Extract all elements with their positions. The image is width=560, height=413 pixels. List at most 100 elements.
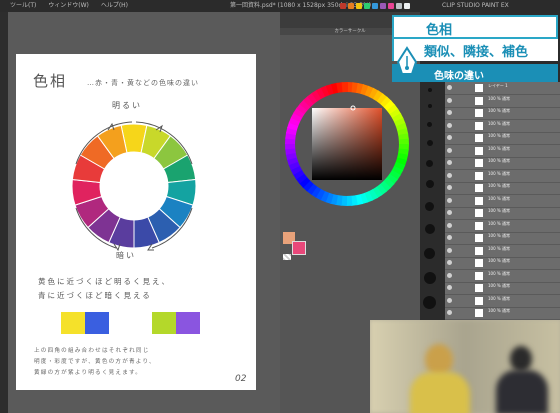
overlay-caption: 色味の違い: [434, 71, 484, 82]
sub-color-swatch[interactable]: [292, 241, 306, 255]
layer-name: 100 % 通常: [488, 183, 510, 188]
color-swatch[interactable]: [340, 3, 346, 9]
eye-icon[interactable]: [447, 110, 452, 115]
layer-name: 100 % 通常: [488, 95, 510, 101]
layer-name: 100 % 通常: [488, 120, 510, 126]
overlay-title: 色相: [426, 23, 453, 38]
layer-row[interactable]: 100 % 通常: [445, 107, 560, 120]
layer-row[interactable]: 100 % 通常: [445, 195, 560, 208]
canvas-area[interactable]: 色相 …赤・青・黄などの色味の違い 明るい 暗い 黄色に近づくほど明るく見え、 …: [8, 12, 280, 413]
layer-thumbnail: [475, 184, 483, 192]
layer-thumbnail: [475, 259, 483, 267]
color-swatch[interactable]: [348, 3, 354, 9]
eye-icon[interactable]: [447, 135, 452, 140]
page-subtitle: …赤・青・黄などの色味の違い: [87, 79, 199, 87]
eye-icon[interactable]: [447, 97, 452, 103]
label-bright: 明るい: [112, 101, 142, 110]
title-bar: ツール(T) ウィンドウ(W) ヘルプ(H) 第一回資料.psd* (1080 …: [0, 0, 560, 12]
layer-row[interactable]: 100 % 通常: [445, 95, 560, 108]
eye-icon[interactable]: [447, 85, 452, 90]
menu-tools[interactable]: ツール(T): [10, 2, 36, 9]
layer-thumbnail: [475, 234, 483, 242]
note-line-2: 明度・彩度ですが、黄色の方が青より、: [34, 359, 156, 365]
eye-icon[interactable]: [447, 185, 452, 190]
brush-size-palette: [422, 82, 442, 332]
layer-row[interactable]: 100 % 通常: [445, 207, 560, 220]
eye-icon[interactable]: [447, 210, 452, 215]
layer-thumbnail: [475, 309, 483, 317]
color-swatch[interactable]: [364, 3, 370, 9]
eye-icon[interactable]: [447, 160, 452, 165]
menu-help[interactable]: ヘルプ(H): [101, 2, 128, 9]
layer-row[interactable]: レイヤー 1: [445, 82, 560, 95]
layer-thumbnail: [475, 284, 483, 292]
layer-row[interactable]: 100 % 通常: [445, 157, 560, 170]
color-swatch[interactable]: [388, 3, 394, 9]
layer-row[interactable]: 100 % 通常: [445, 270, 560, 283]
yellow-green-square: [152, 312, 176, 334]
layer-row[interactable]: 100 % 通常: [445, 170, 560, 183]
transparent-swatch[interactable]: [283, 254, 291, 260]
color-swatches: [340, 3, 410, 10]
color-swatch[interactable]: [380, 3, 386, 9]
eye-icon[interactable]: [447, 260, 452, 265]
app-name: CLIP STUDIO PAINT EX: [442, 2, 509, 9]
overlay-title-box: 色相: [392, 15, 558, 39]
hue-wheel: [71, 121, 197, 252]
layer-row[interactable]: 100 % 通常: [445, 232, 560, 245]
purple-square: [176, 312, 200, 334]
eye-icon[interactable]: [447, 297, 452, 303]
note-line-3: 黄緑の方が紫より明るく見えます。: [34, 370, 143, 376]
layer-thumbnail: [475, 96, 483, 105]
label-dark: 暗い: [116, 251, 136, 260]
layer-thumbnail: [475, 146, 483, 155]
layer-row[interactable]: 100 % 通常: [445, 132, 560, 145]
layer-name: 100 % 通常: [488, 233, 510, 238]
eye-icon[interactable]: [447, 222, 452, 228]
eye-icon[interactable]: [447, 285, 452, 290]
menu-bar: ツール(T) ウィンドウ(W) ヘルプ(H): [10, 0, 138, 12]
yellow-square: [61, 312, 85, 334]
layer-row[interactable]: 100 % 通常: [445, 220, 560, 233]
layer-name: 100 % 通常: [488, 245, 510, 251]
pen-nib-icon: [396, 46, 418, 79]
webcam-overlay: [370, 320, 560, 413]
layer-row[interactable]: 100 % 通常: [445, 295, 560, 308]
layer-row[interactable]: 100 % 通常: [445, 282, 560, 295]
layer-name: 100 % 通常: [488, 308, 510, 313]
page-title: 色相: [33, 72, 68, 90]
eye-icon[interactable]: [447, 310, 452, 315]
description-line-1: 黄色に近づくほど明るく見え、: [38, 277, 171, 286]
layer-panel: レイヤー 1 100 % 通常 100 % 通常 100 % 通常 100 % 通常 10…: [445, 82, 560, 333]
eye-icon[interactable]: [447, 272, 452, 278]
hue-ring-segment[interactable]: [341, 82, 349, 93]
layer-name: 100 % 通常: [488, 108, 510, 113]
eye-icon[interactable]: [447, 122, 452, 128]
eye-icon[interactable]: [447, 235, 452, 240]
layer-name: 100 % 通常: [488, 258, 510, 263]
eye-icon[interactable]: [447, 197, 452, 203]
layer-row[interactable]: 100 % 通常: [445, 145, 560, 158]
layer-thumbnail: [475, 209, 483, 217]
color-swatch[interactable]: [372, 3, 378, 9]
eye-icon[interactable]: [447, 247, 452, 253]
eye-icon[interactable]: [447, 147, 452, 153]
eye-icon[interactable]: [447, 172, 452, 178]
layer-name: 100 % 通常: [488, 145, 510, 151]
layer-thumbnail: [475, 171, 483, 180]
layer-thumbnail: [475, 246, 483, 255]
description-line-2: 青に近づくほど暗く見える: [38, 291, 152, 300]
layer-row[interactable]: 100 % 通常: [445, 307, 560, 320]
layer-row[interactable]: 100 % 通常: [445, 182, 560, 195]
layer-row[interactable]: 100 % 通常: [445, 120, 560, 133]
color-picker-ring[interactable]: [283, 78, 413, 213]
layer-name: 100 % 通常: [488, 283, 510, 288]
color-swatch[interactable]: [404, 3, 410, 9]
color-swatch[interactable]: [396, 3, 402, 9]
layer-row[interactable]: 100 % 通常: [445, 257, 560, 270]
color-swatch[interactable]: [356, 3, 362, 9]
layer-name: 100 % 通常: [488, 133, 510, 138]
menu-window[interactable]: ウィンドウ(W): [48, 2, 89, 9]
layer-thumbnail: [475, 134, 483, 142]
layer-row[interactable]: 100 % 通常: [445, 245, 560, 258]
